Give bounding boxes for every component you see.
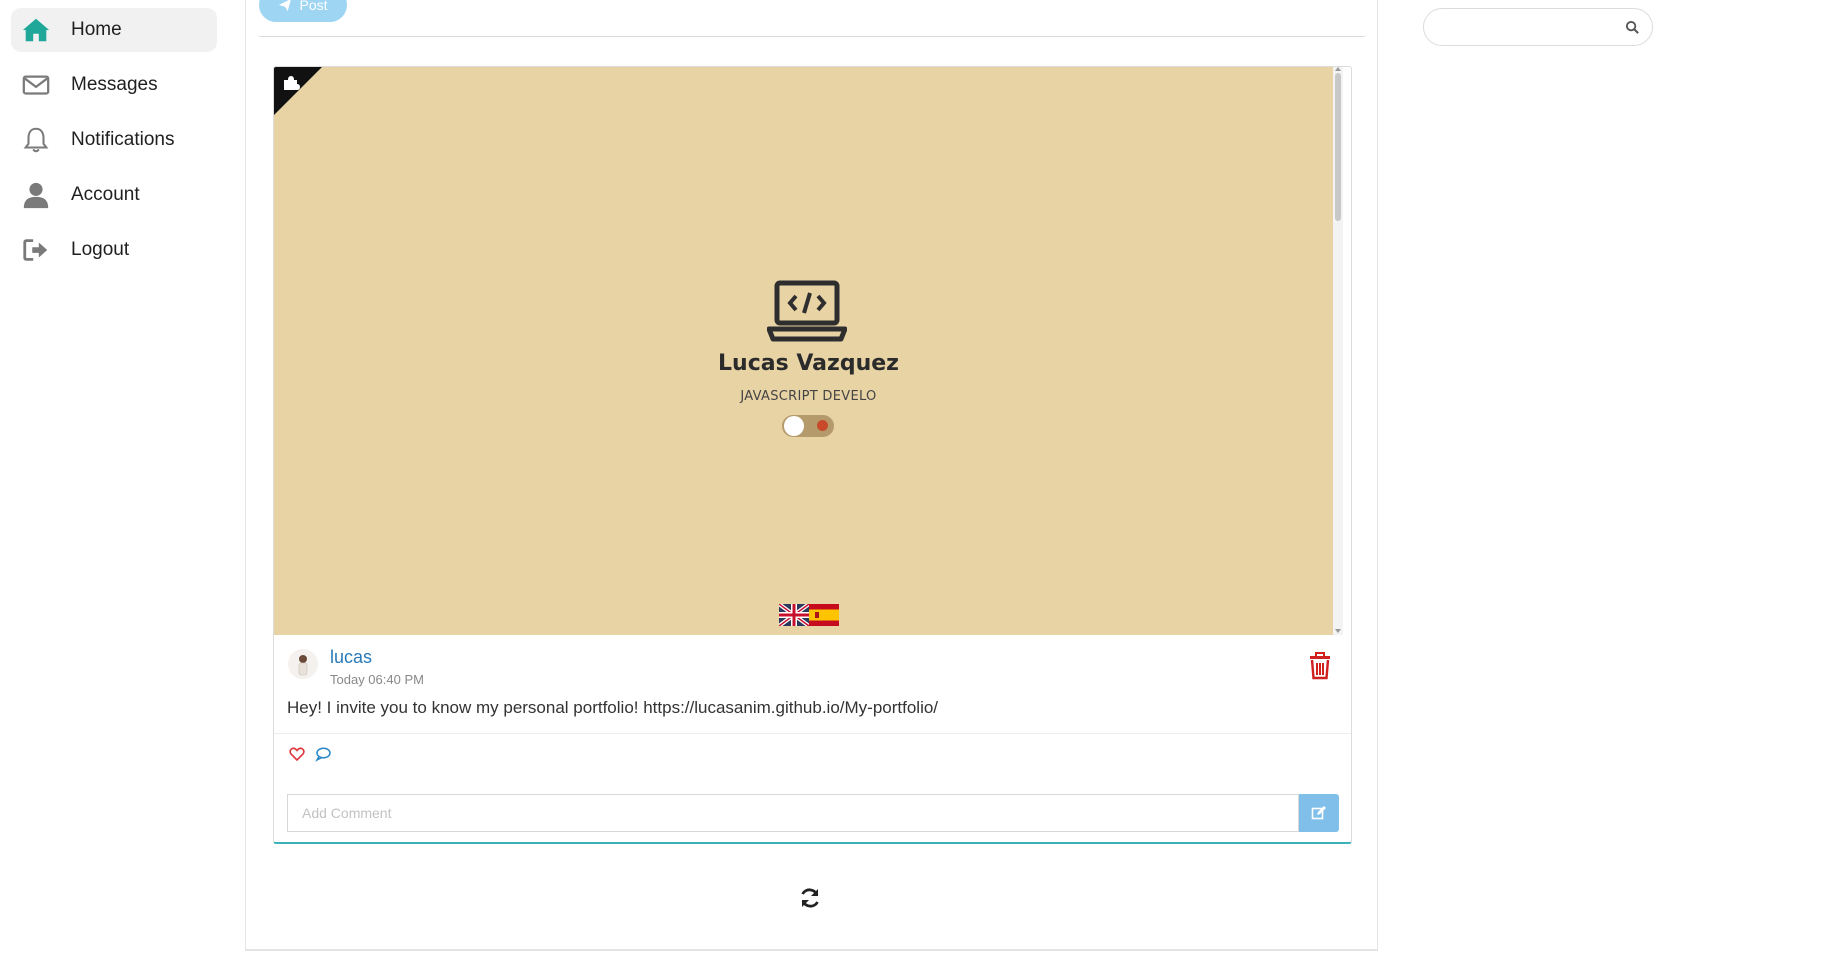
post-button-label: Post [299,0,328,13]
sidebar-item-logout[interactable]: Logout [11,228,217,272]
preview-scrollbar[interactable] [1333,67,1343,635]
laptop-code-icon [767,280,847,342]
post-timestamp: Today 06:40 PM [330,672,424,687]
sidebar-item-account[interactable]: Account [11,173,217,217]
sign-out-icon [19,235,53,265]
sidebar-item-label: Messages [71,74,158,95]
puzzle-icon [284,76,300,90]
comment-submit-button[interactable] [1299,794,1339,832]
post-author[interactable]: lucas [330,647,372,668]
search-input[interactable] [1438,17,1622,39]
post-card: Lucas Vazquez JAVASCRIPT DEVELO lucas To… [273,66,1352,844]
search-box [1423,8,1653,46]
search-icon[interactable] [1625,20,1640,35]
sidebar-item-label: Account [71,184,140,205]
avatar-image [298,655,308,676]
sidebar-item-label: Notifications [71,129,175,150]
language-toggle[interactable] [782,415,834,437]
post-divider [274,733,1351,734]
bell-icon [19,125,53,155]
edit-icon [1311,806,1326,820]
home-icon [19,15,53,45]
scroll-thumb[interactable] [1335,73,1341,221]
sidebar-item-home[interactable]: Home [11,8,217,52]
spain-badge-icon [817,420,828,431]
user-icon [19,180,53,210]
portfolio-name: Lucas Vazquez [718,351,899,376]
post-text: Hey! I invite you to know my personal po… [287,698,939,717]
heart-icon[interactable] [289,746,305,762]
sidebar-item-messages[interactable]: Messages [11,63,217,107]
sidebar-item-label: Logout [71,239,130,260]
toggle-knob [784,416,804,436]
portfolio-role: JAVASCRIPT DEVELO [740,389,877,404]
avatar[interactable] [288,649,318,679]
sidebar-item-label: Home [71,19,122,40]
envelope-icon [19,70,53,100]
composer-divider [259,36,1365,37]
language-flags [779,604,839,626]
scroll-up-arrow[interactable] [1335,67,1341,71]
comment-icon[interactable] [315,746,331,762]
scroll-down-arrow[interactable] [1335,629,1341,633]
link-preview[interactable]: Lucas Vazquez JAVASCRIPT DEVELO [274,67,1343,635]
paper-plane-icon [279,0,292,12]
sidebar-item-notifications[interactable]: Notifications [11,118,217,162]
uk-flag-icon[interactable] [779,604,811,626]
comment-input[interactable] [287,794,1299,832]
trash-icon[interactable] [1308,652,1332,680]
post-button[interactable]: Post [259,0,347,22]
refresh-icon[interactable] [798,886,822,910]
spain-flag-icon[interactable] [809,604,839,626]
